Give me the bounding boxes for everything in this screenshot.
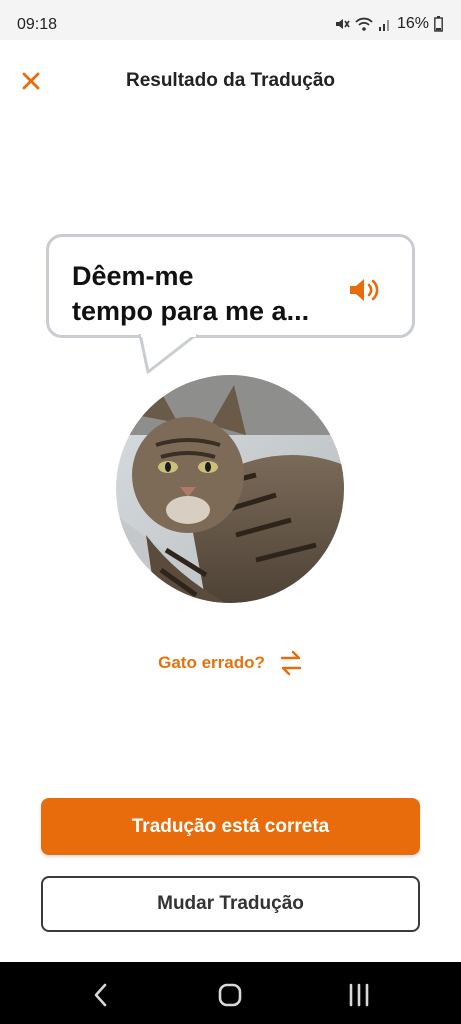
wrong-cat-link[interactable]: Gato errado? [0, 650, 461, 676]
recents-icon [349, 983, 369, 1007]
cat-photo [116, 375, 344, 603]
change-translation-button[interactable]: Mudar Tradução [41, 876, 420, 932]
translation-text-line2: tempo para me a... [72, 296, 310, 326]
page-title: Resultado da Tradução [125, 70, 336, 91]
mute-icon [334, 16, 350, 32]
nav-back-button[interactable] [86, 980, 116, 1010]
wrong-cat-label: Gato errado? [158, 653, 265, 672]
wifi-icon [355, 16, 373, 32]
battery-icon [434, 16, 443, 32]
bubble-tail [138, 334, 198, 374]
speaker-icon [350, 279, 379, 301]
translation-text: Dêem-me tempo para me a... [72, 259, 342, 329]
app-header: Resultado da Tradução [0, 40, 461, 120]
translation-bubble: Dêem-me tempo para me a... [46, 234, 415, 338]
status-icons: 16% [334, 15, 443, 33]
translation-text-line1: Dêem-me [72, 261, 194, 291]
status-bar: 09:18 16% [0, 0, 461, 40]
swap-icon [280, 650, 302, 676]
nav-home-button[interactable] [215, 980, 245, 1010]
back-icon [94, 983, 107, 1007]
play-audio-button[interactable] [348, 276, 382, 304]
battery-percent: 16% [396, 15, 429, 32]
nav-recents-button[interactable] [344, 980, 374, 1010]
home-icon [218, 983, 242, 1007]
system-nav-bar [0, 962, 461, 1024]
signal-icon [378, 16, 392, 32]
translation-correct-button[interactable]: Tradução está correta [41, 798, 420, 855]
status-time: 09:18 [17, 16, 58, 33]
